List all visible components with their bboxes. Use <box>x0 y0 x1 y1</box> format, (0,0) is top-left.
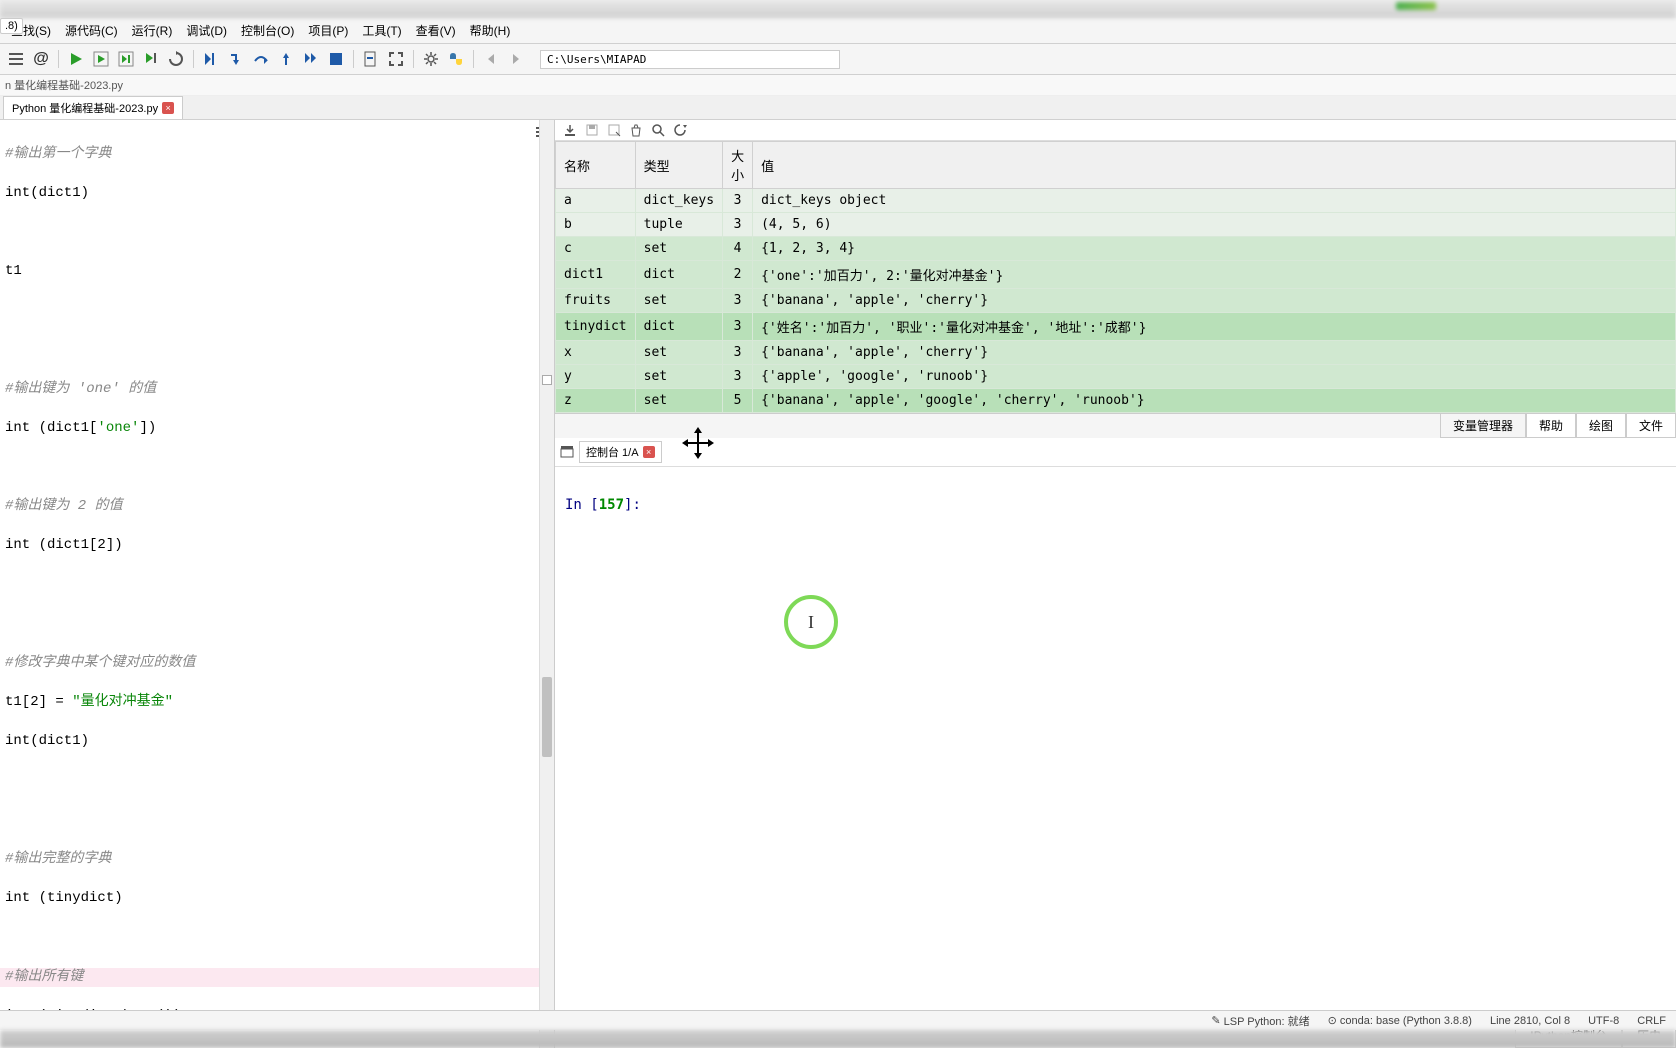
debug-step-icon[interactable] <box>200 48 222 70</box>
step-out-icon[interactable] <box>275 48 297 70</box>
taskbar-blur <box>0 1030 1676 1048</box>
code-editor[interactable]: #输出第一个字典 int(dict1) t1 #输出键为 'one' 的值 in… <box>0 120 554 1048</box>
console-tab-label: 控制台 1/A <box>586 444 639 460</box>
prompt-in: In [ <box>565 497 599 513</box>
tab-var-explorer[interactable]: 变量管理器 <box>1440 414 1526 438</box>
file-path-bar: n 量化编程基础-2023.py <box>0 75 1676 96</box>
stop-icon[interactable] <box>325 48 347 70</box>
rerun-icon[interactable] <box>165 48 187 70</box>
continue-icon[interactable] <box>300 48 322 70</box>
run-cell-advance-icon[interactable] <box>115 48 137 70</box>
var-table: 名称 类型 大小 值 adict_keys3dict_keys objectbt… <box>555 141 1676 413</box>
file-tab[interactable]: Python 量化编程基础-2023.py × <box>3 96 183 119</box>
editor-pane: #输出第一个字典 int(dict1) t1 #输出键为 'one' 的值 in… <box>0 120 555 1048</box>
editor-scrollbar[interactable] <box>539 120 554 1048</box>
status-eol[interactable]: CRLF <box>1637 1015 1666 1027</box>
var-row[interactable]: zset5{'banana', 'apple', 'google', 'cher… <box>556 389 1676 413</box>
menu-console[interactable]: 控制台(O) <box>235 20 300 41</box>
search-icon[interactable] <box>651 123 665 137</box>
var-row[interactable]: xset3{'banana', 'apple', 'cherry'} <box>556 341 1676 365</box>
var-row[interactable]: fruitsset3{'banana', 'apple', 'cherry'} <box>556 289 1676 313</box>
col-size[interactable]: 大小 <box>723 142 753 189</box>
tab-help[interactable]: 帮助 <box>1526 414 1576 438</box>
run-selection-icon[interactable] <box>140 48 162 70</box>
nav-forward-icon[interactable] <box>505 48 527 70</box>
menu-tools[interactable]: 工具(T) <box>356 20 407 41</box>
menu-help[interactable]: 帮助(H) <box>464 20 517 41</box>
nav-back-icon[interactable] <box>480 48 502 70</box>
col-type[interactable]: 类型 <box>635 142 722 189</box>
step-into-icon[interactable] <box>225 48 247 70</box>
status-line-col[interactable]: Line 2810, Col 8 <box>1490 1015 1570 1027</box>
splitter-handle[interactable] <box>542 375 552 385</box>
variable-explorer: 名称 类型 大小 值 adict_keys3dict_keys objectbt… <box>555 141 1676 413</box>
import-icon[interactable] <box>563 123 577 137</box>
prompt-num: 157 <box>599 497 624 513</box>
var-panel-tabs: 变量管理器 帮助 绘图 文件 <box>555 413 1676 438</box>
browse-tabs-icon[interactable] <box>560 445 574 459</box>
menu-run[interactable]: 运行(R) <box>126 20 179 41</box>
step-over-icon[interactable] <box>250 48 272 70</box>
status-encoding[interactable]: UTF-8 <box>1588 1015 1619 1027</box>
tab-file[interactable]: 文件 <box>1626 414 1676 438</box>
status-conda[interactable]: ⊙ conda: base (Python 3.8.8) <box>1328 1014 1472 1027</box>
menu-view[interactable]: 查看(V) <box>410 20 462 41</box>
prompt-close: ]: <box>624 497 641 513</box>
var-row[interactable]: adict_keys3dict_keys object <box>556 189 1676 213</box>
at-icon[interactable]: @ <box>30 48 52 70</box>
console-header: 控制台 1/A × <box>555 438 1676 467</box>
console-tab[interactable]: 控制台 1/A × <box>579 441 662 463</box>
console-body[interactable]: In [157]: <box>555 467 1676 1023</box>
status-bar: ✎ LSP Python: 就绪 ⊙ conda: base (Python 3… <box>0 1010 1676 1030</box>
tab-plot[interactable]: 绘图 <box>1576 414 1626 438</box>
python-icon[interactable] <box>445 48 467 70</box>
settings-icon[interactable] <box>420 48 442 70</box>
var-row[interactable]: cset4{1, 2, 3, 4} <box>556 237 1676 261</box>
close-console-icon[interactable]: × <box>643 446 655 458</box>
col-name[interactable]: 名称 <box>556 142 636 189</box>
var-row[interactable]: btuple3(4, 5, 6) <box>556 213 1676 237</box>
var-row[interactable]: yset3{'apple', 'google', 'runoob'} <box>556 365 1676 389</box>
version-tag: .8) <box>0 18 23 34</box>
save-icon[interactable] <box>585 123 599 137</box>
right-pane: 名称 类型 大小 值 adict_keys3dict_keys objectbt… <box>555 120 1676 1048</box>
menu-bar: 查找(S) 源代码(C) 运行(R) 调试(D) 控制台(O) 项目(P) 工具… <box>0 18 1676 44</box>
clear-icon[interactable] <box>629 123 643 137</box>
run-cell-icon[interactable] <box>90 48 112 70</box>
col-value[interactable]: 值 <box>753 142 1676 189</box>
status-lsp[interactable]: ✎ LSP Python: 就绪 <box>1211 1013 1309 1029</box>
var-toolbar <box>555 120 1676 141</box>
save-as-icon[interactable] <box>607 123 621 137</box>
file-tab-area: n 量化编程基础-2023.py Python 量化编程基础-2023.py × <box>0 75 1676 120</box>
maximize-icon[interactable] <box>385 48 407 70</box>
menu-debug[interactable]: 调试(D) <box>180 20 233 41</box>
main-toolbar: @ C:\Users\MIAPAD <box>0 44 1676 75</box>
run-icon[interactable] <box>65 48 87 70</box>
refresh-icon[interactable] <box>673 123 687 137</box>
var-row[interactable]: tinydictdict3{'姓名':'加百力', '职业':'量化对冲基金',… <box>556 313 1676 341</box>
debug-file-icon[interactable] <box>360 48 382 70</box>
main-split: #输出第一个字典 int(dict1) t1 #输出键为 'one' 的值 in… <box>0 120 1676 1048</box>
var-row[interactable]: dict1dict2{'one':'加百力', 2:'量化对冲基金'} <box>556 261 1676 289</box>
menu-project[interactable]: 项目(P) <box>302 20 354 41</box>
file-tab-label: Python 量化编程基础-2023.py <box>12 100 158 116</box>
close-tab-icon[interactable]: × <box>162 102 174 114</box>
working-directory-input[interactable]: C:\Users\MIAPAD <box>540 50 840 69</box>
window-titlebar-blur <box>0 0 1676 18</box>
menu-source[interactable]: 源代码(C) <box>59 20 124 41</box>
outline-icon[interactable] <box>5 48 27 70</box>
